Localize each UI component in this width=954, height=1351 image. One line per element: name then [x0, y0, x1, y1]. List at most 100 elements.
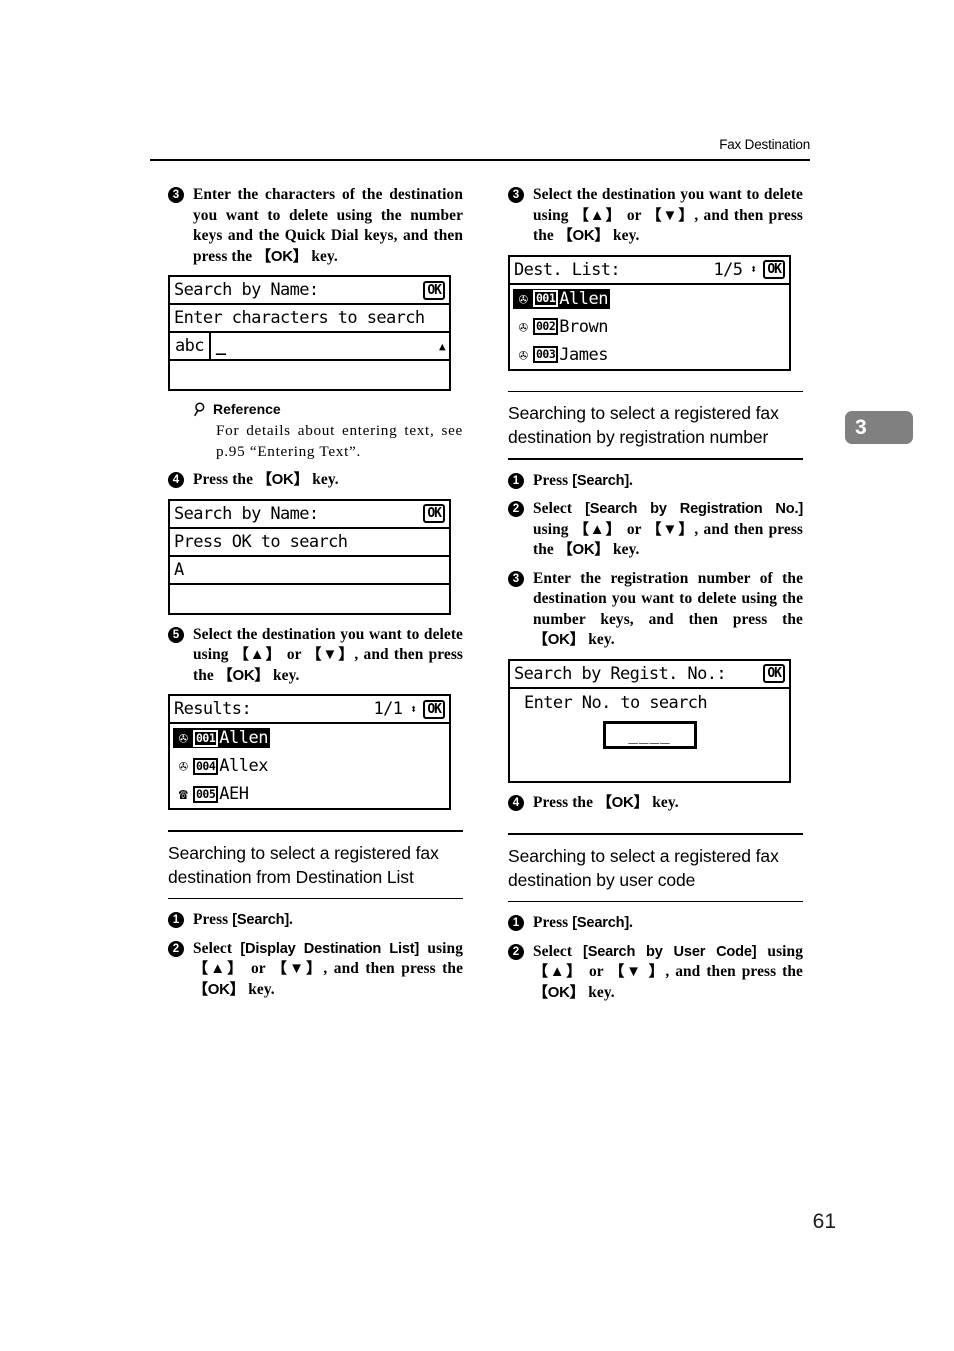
step-bullet: 1 — [508, 915, 524, 932]
step-text-tail: key. — [307, 247, 338, 265]
section-rule-bottom — [508, 458, 803, 460]
ok-key-label: 【OK】 — [557, 541, 610, 559]
lcd-title: Search by Name: — [174, 503, 319, 524]
step-press-ok-2: 4 Press the 【OK】 key. — [508, 793, 803, 814]
ok-key-label: 【OK】 — [217, 666, 270, 684]
step-text-mid: , and then press the — [665, 963, 803, 981]
search-by-registration-no-label: [Search by Registration No.] — [585, 501, 803, 518]
step-bullet: 3 — [508, 570, 524, 587]
step-press-ok-1: 4 Press the 【OK】 key. — [168, 470, 463, 491]
reference-title-row: Reference — [194, 401, 463, 417]
step-text-mid: , and then press the — [323, 960, 463, 978]
section-registration-number: Searching to select a registered fax des… — [508, 390, 803, 460]
step-text: Press the — [533, 793, 597, 811]
step-bullet: 2 — [168, 940, 184, 957]
section-heading: Searching to select a registered fax des… — [508, 403, 779, 448]
down-key-label: 【▼】 — [646, 520, 695, 538]
chapter-tab-number: 3 — [855, 415, 867, 439]
list-item[interactable]: ✇ 001 Allen — [170, 724, 449, 752]
down-key-label: 【▼】 — [306, 646, 355, 663]
step-text-using: using — [419, 939, 463, 957]
fax-icon: ✇ — [518, 345, 528, 364]
step-text: Enter the registration number of the des… — [533, 569, 803, 628]
fax-icon: ✇ — [518, 317, 528, 336]
lcd-number-entry-field[interactable]: ____ — [602, 720, 697, 749]
lcd-entry-value: _ — [215, 336, 226, 356]
step-bullet: 4 — [168, 472, 184, 488]
ok-key-label: 【OK】 — [596, 793, 649, 811]
list-item[interactable]: ✇ 004 Allex — [170, 752, 449, 780]
lcd-page-indicator: 1/1 — [373, 699, 403, 719]
up-key-label: 【▲】 — [233, 646, 282, 663]
step-text-tail: key. — [584, 631, 615, 649]
up-key-label: 【▲】 — [573, 206, 622, 224]
step-bullet: 4 — [508, 794, 524, 811]
step-text-tail: key. — [609, 541, 640, 559]
ok-key-label: 【OK】 — [533, 631, 585, 649]
search-button-label: [Search] — [572, 915, 630, 932]
step-select-search-by-user-code: 2 Select [Search by User Code] using 【▲】… — [508, 942, 803, 1004]
page-number: 61 — [812, 1210, 836, 1233]
search-button-label: [Search] — [572, 472, 630, 489]
lcd-title: Results: — [174, 699, 252, 719]
search-by-user-code-label: [Search by User Code] — [583, 943, 757, 960]
list-item[interactable]: ✇ 002 Brown — [510, 313, 789, 341]
lcd-ok-indicator: OK — [423, 699, 445, 719]
lcd-title-row: Results: 1/1 ⬍ OK — [170, 696, 449, 724]
down-key-label: 【▼ 】 — [609, 963, 666, 981]
section-rule-bottom — [168, 897, 463, 900]
updown-arrow-icon: ⬍ — [750, 262, 757, 276]
list-item-name: AEH — [219, 784, 249, 804]
step-press-search-1: 1 Press [Search]. — [168, 910, 463, 931]
lcd-results: Results: 1/1 ⬍ OK ✇ 001 Allen ✇ 004 Allex ☎ 0… — [168, 694, 451, 810]
step-select-destination-results: 5 Select the destination you want to del… — [168, 625, 463, 687]
fax-icon: ✇ — [178, 757, 188, 775]
step-text-tail: . — [629, 471, 633, 489]
list-item-name: Allen — [219, 728, 268, 748]
list-item[interactable]: ☎ 005 AEH — [170, 780, 449, 808]
header-rule — [150, 159, 810, 161]
up-key-label: 【▲】 — [193, 960, 245, 978]
step-select-destination-dest-list: 3 Select the destination you want to del… — [508, 185, 803, 247]
step-text: Select — [533, 500, 586, 518]
left-column: 3 Enter the characters of the destinatio… — [168, 185, 463, 1008]
lcd-title: Search by Name: — [174, 280, 319, 300]
lcd-prompt-row: Enter characters to search — [170, 305, 449, 333]
lcd-title-row: Search by Regist. No.: OK — [510, 661, 789, 689]
fax-icon: ✇ — [173, 729, 193, 747]
section-destination-list: Searching to select a registered fax des… — [168, 830, 463, 900]
lcd-blank-row — [170, 361, 449, 389]
manual-page: Fax Destination 3 3 Enter the characters… — [0, 0, 954, 1351]
list-item-number: 001 — [533, 290, 559, 307]
lcd-title-row: Dest. List: 1/5 ⬍ OK — [510, 257, 789, 285]
phone-icon: ☎ — [178, 785, 188, 803]
step-bullet: 1 — [168, 912, 184, 929]
section-rule-top — [168, 830, 463, 832]
section-heading: Searching to select a registered fax des… — [508, 845, 779, 890]
up-key-label: 【▲】 — [573, 520, 622, 538]
step-text-tail: key. — [308, 471, 339, 488]
lcd-entry-row: A — [170, 557, 449, 585]
step-text-or: or — [583, 963, 610, 981]
lcd-prompt: Enter characters to search — [174, 308, 425, 328]
step-select-search-by-registration-no: 2 Select [Search by Registration No.] us… — [508, 499, 803, 561]
list-item-number: 002 — [533, 318, 559, 335]
lcd-blank-row — [510, 753, 789, 781]
lcd-page-indicator: 1/5 — [713, 259, 743, 280]
lcd-destination-list: Dest. List: 1/5 ⬍ OK ✇ 001 Allen ✇ 002 Brown… — [508, 254, 791, 371]
list-item[interactable]: ✇ 003 James — [510, 341, 789, 369]
list-item-number: 001 — [193, 729, 219, 747]
lcd-search-by-name-prompt: Search by Name: OK Enter characters to s… — [168, 275, 451, 391]
section-rule-top — [508, 833, 803, 835]
lcd-prompt: Enter No. to search — [524, 692, 708, 713]
reference-body: For details about entering text, see p.9… — [216, 422, 463, 460]
step-bullet: 3 — [168, 187, 184, 203]
list-item[interactable]: ✇ 001 Allen — [510, 285, 789, 313]
running-head: Fax Destination — [719, 137, 810, 152]
step-text-tail: key. — [648, 793, 679, 811]
right-column: 3 Select the destination you want to del… — [508, 185, 803, 1011]
search-button-label: [Search] — [232, 912, 290, 929]
fax-icon: ✇ — [513, 289, 533, 308]
list-item-name: Allen — [559, 288, 608, 309]
step-text-tail: key. — [269, 666, 300, 684]
